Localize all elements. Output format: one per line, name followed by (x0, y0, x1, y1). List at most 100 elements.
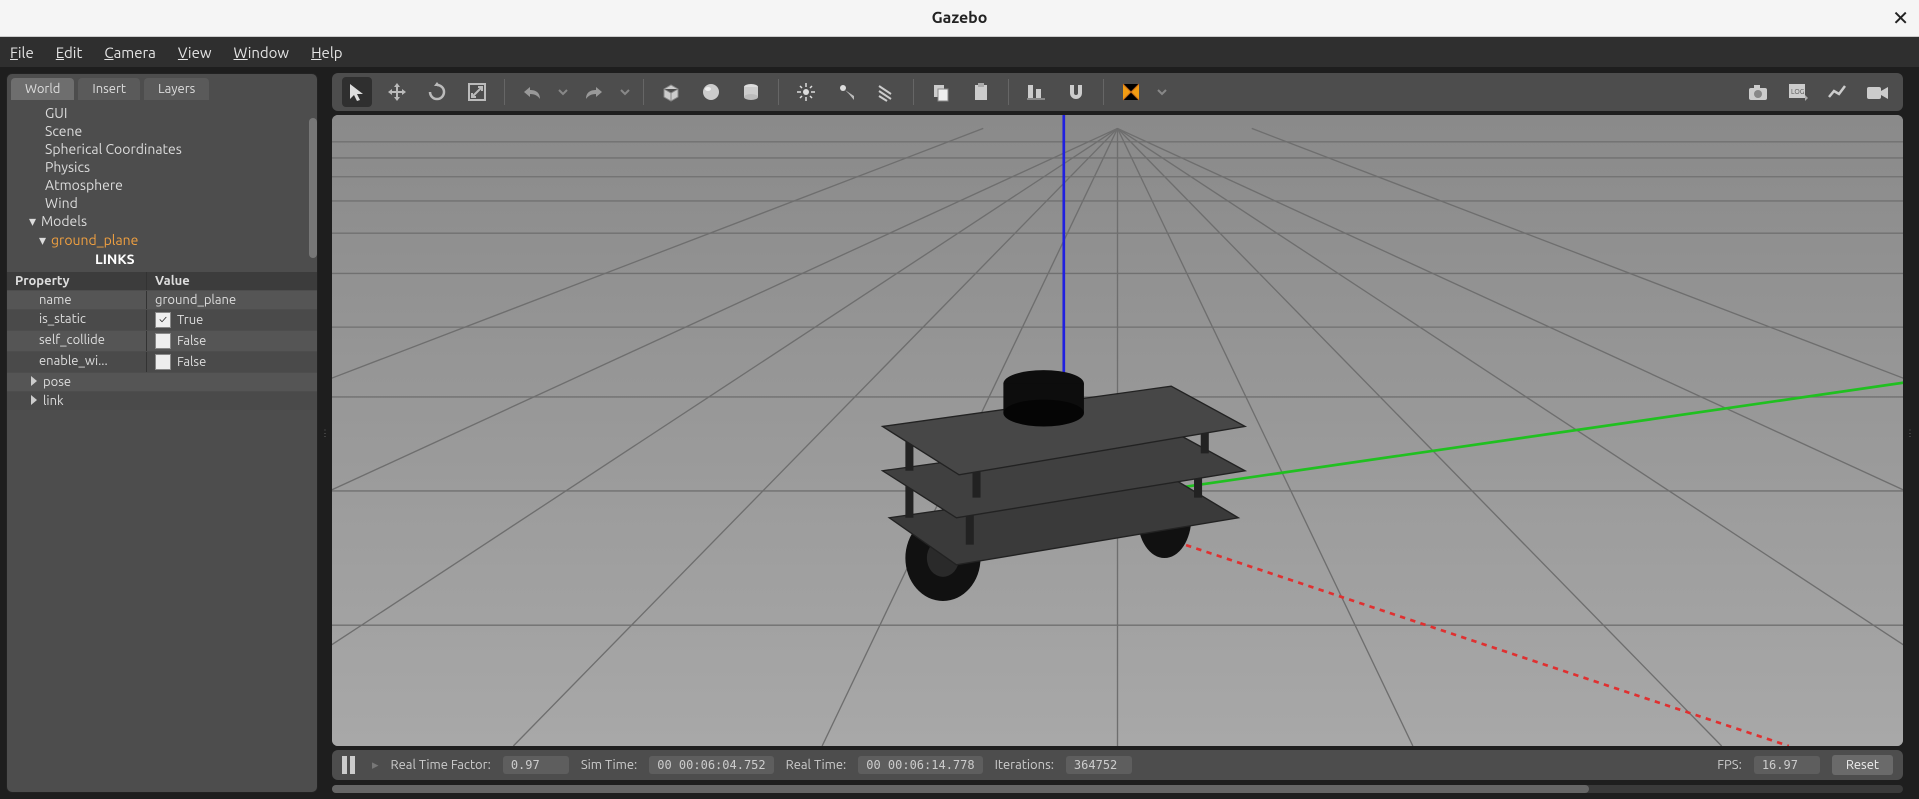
perspective-icon (1120, 81, 1142, 103)
cursor-icon (346, 81, 368, 103)
svg-text:LOG: LOG (1791, 88, 1805, 96)
pause-button[interactable] (342, 756, 360, 774)
realtime-label: Real Time: (786, 758, 847, 772)
redo-icon (583, 81, 605, 103)
point-light[interactable] (791, 77, 821, 107)
left-tabs: World Insert Layers (7, 74, 317, 100)
tool-scale[interactable] (462, 77, 492, 107)
rtf-label: Real Time Factor: (391, 758, 491, 772)
undo-icon (521, 81, 543, 103)
main-area: LOG (332, 73, 1903, 793)
simtime-value: 00 00:06:04.752 (649, 756, 773, 774)
tree-gui[interactable]: GUI (13, 104, 311, 122)
fps-label: FPS: (1717, 758, 1742, 772)
viewport-scrollbar[interactable] (332, 785, 1903, 793)
view-mode-dropdown[interactable] (1156, 77, 1168, 107)
checkbox-self-collide[interactable] (155, 333, 171, 349)
vertical-splitter[interactable]: ⋮ (322, 73, 328, 793)
menu-window[interactable]: Window (234, 44, 290, 61)
prop-row-pose[interactable]: pose (7, 373, 317, 391)
plot-icon (1826, 81, 1850, 103)
insert-sphere[interactable] (696, 77, 726, 107)
snap-button[interactable] (1061, 77, 1091, 107)
property-header: Property Value (7, 272, 317, 290)
viewport-3d[interactable] (332, 115, 1903, 746)
iterations-label: Iterations: (995, 758, 1054, 772)
tree-links[interactable]: LINKS (13, 250, 311, 268)
left-panel: World Insert Layers GUI Scene Spherical … (6, 73, 318, 793)
tree-wind[interactable]: Wind (13, 194, 311, 212)
scene-render (332, 115, 1903, 746)
video-icon (1865, 81, 1891, 103)
realtime-value: 00 00:06:14.778 (858, 756, 982, 774)
redo-button[interactable] (579, 77, 609, 107)
log-button[interactable]: LOG (1783, 77, 1813, 107)
redo-dropdown[interactable] (619, 77, 631, 107)
toolbar-separator (913, 79, 914, 105)
toolbar-separator (778, 79, 779, 105)
toolbar: LOG (332, 73, 1903, 111)
prop-row-link[interactable]: link (7, 392, 317, 410)
tab-layers[interactable]: Layers (144, 78, 209, 100)
tree-ground-plane[interactable]: ▾ground_plane (13, 231, 311, 250)
tree-models[interactable]: ▾Models (13, 212, 311, 231)
plot-button[interactable] (1823, 77, 1853, 107)
magnet-icon (1065, 81, 1087, 103)
tree-spherical[interactable]: Spherical Coordinates (13, 140, 311, 158)
point-light-icon (795, 81, 817, 103)
menu-file[interactable]: File (10, 44, 34, 61)
tree-atmosphere[interactable]: Atmosphere (13, 176, 311, 194)
right-splitter[interactable]: ⋮ (1907, 73, 1913, 793)
view-mode[interactable] (1116, 77, 1146, 107)
prop-row-enable-wind: enable_wi... False (7, 352, 317, 372)
caret-right-icon (31, 395, 37, 405)
tab-world[interactable]: World (11, 78, 74, 100)
menu-help[interactable]: Help (311, 44, 342, 61)
chevron-down-icon (1157, 87, 1167, 97)
caret-right-icon (31, 376, 37, 386)
undo-button[interactable] (517, 77, 547, 107)
prop-row-name: name ground_plane (7, 291, 317, 309)
tool-rotate[interactable] (422, 77, 452, 107)
toolbar-separator (1008, 79, 1009, 105)
iterations-value: 364752 (1066, 756, 1132, 774)
insert-cylinder[interactable] (736, 77, 766, 107)
tree-scene[interactable]: Scene (13, 122, 311, 140)
paste-button[interactable] (966, 77, 996, 107)
undo-dropdown[interactable] (557, 77, 569, 107)
camera-icon (1746, 81, 1770, 103)
reset-button[interactable]: Reset (1832, 755, 1893, 775)
copy-button[interactable] (926, 77, 956, 107)
menu-edit[interactable]: Edit (56, 44, 83, 61)
checkbox-is-static[interactable]: ✓ (155, 312, 171, 328)
simtime-label: Sim Time: (581, 758, 637, 772)
body: World Insert Layers GUI Scene Spherical … (0, 67, 1919, 799)
tab-insert[interactable]: Insert (78, 78, 140, 100)
rtf-value: 0.97 (503, 756, 569, 774)
prop-row-self-collide: self_collide False (7, 331, 317, 351)
directional-light[interactable] (871, 77, 901, 107)
property-header-property: Property (7, 272, 147, 290)
record-button[interactable] (1863, 77, 1893, 107)
insert-box[interactable] (656, 77, 686, 107)
app-window: Gazebo ✕ File Edit Camera View Window He… (0, 0, 1919, 799)
copy-icon (930, 81, 952, 103)
menu-camera[interactable]: Camera (104, 44, 156, 61)
toolbar-separator (643, 79, 644, 105)
tree-physics[interactable]: Physics (13, 158, 311, 176)
screenshot-button[interactable] (1743, 77, 1773, 107)
scale-icon (466, 81, 488, 103)
checkbox-enable-wind[interactable] (155, 354, 171, 370)
tool-select[interactable] (342, 77, 372, 107)
window-title: Gazebo (932, 9, 988, 27)
spot-light[interactable] (831, 77, 861, 107)
caret-down-icon: ▾ (39, 232, 51, 249)
align-button[interactable] (1021, 77, 1051, 107)
tool-translate[interactable] (382, 77, 412, 107)
paste-icon (970, 81, 992, 103)
world-tree[interactable]: GUI Scene Spherical Coordinates Physics … (7, 100, 317, 272)
prop-row-is-static: is_static ✓True (7, 310, 317, 330)
close-icon[interactable]: ✕ (1892, 6, 1909, 30)
tree-scrollbar[interactable] (309, 118, 317, 258)
menu-view[interactable]: View (178, 44, 212, 61)
